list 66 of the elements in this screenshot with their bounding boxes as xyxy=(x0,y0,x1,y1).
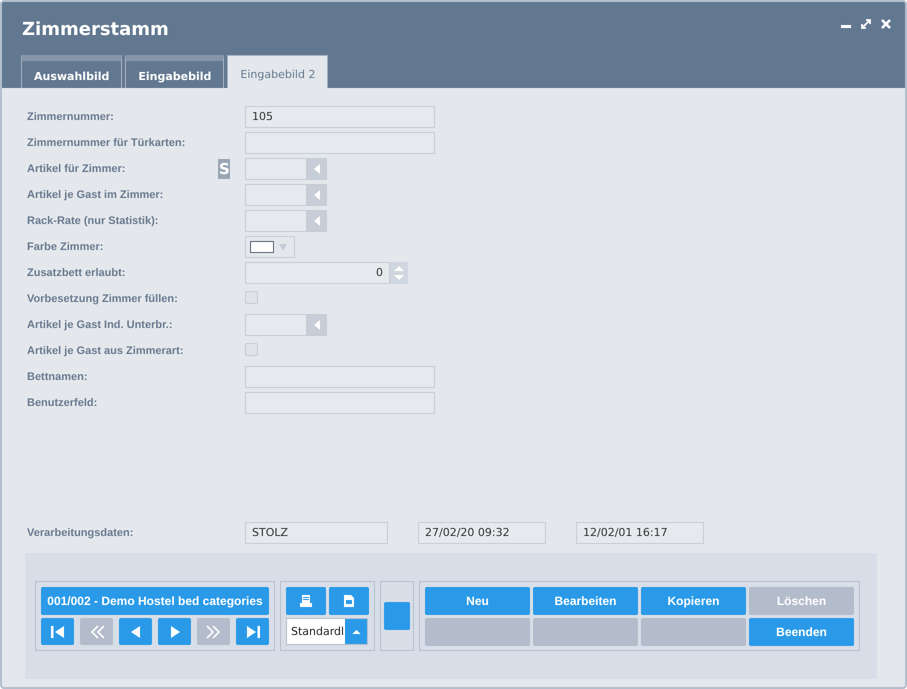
action-button[interactable]: Kopieren xyxy=(641,587,746,615)
color-swatch xyxy=(250,241,274,253)
input-field[interactable]: 105 xyxy=(245,106,435,128)
field-label: Vorbesetzung Zimmer füllen: xyxy=(26,293,179,305)
input-field[interactable] xyxy=(245,366,435,388)
export-button[interactable] xyxy=(329,587,369,615)
field-label: Farbe Zimmer: xyxy=(26,241,104,253)
caret-icon xyxy=(314,164,320,174)
lookup-field[interactable] xyxy=(245,184,307,206)
checkbox[interactable] xyxy=(245,343,258,356)
spinner-arrows-icon[interactable] xyxy=(390,262,408,284)
field-label: Zimmernummer: xyxy=(26,111,115,123)
readonly-field: 12/02/01 16:17 xyxy=(576,522,704,544)
printer-icon xyxy=(299,594,313,608)
number-field[interactable]: 0 xyxy=(245,262,390,284)
color-picker[interactable] xyxy=(245,236,295,258)
close-icon[interactable] xyxy=(881,19,891,29)
lookup-button[interactable] xyxy=(307,184,327,206)
last-record-icon xyxy=(244,624,260,640)
document-icon xyxy=(342,594,356,608)
tab[interactable]: Auswahlbild xyxy=(21,55,122,88)
input-field[interactable] xyxy=(245,392,435,414)
list-select[interactable]: Standardli xyxy=(286,618,368,645)
lookup-button[interactable] xyxy=(307,314,327,336)
record-button[interactable]: 001/002 - Demo Hostel bed categories xyxy=(41,587,269,615)
double-right-icon xyxy=(206,624,222,640)
print-button[interactable] xyxy=(286,587,326,615)
action-button[interactable]: Beenden xyxy=(749,618,854,646)
lookup-field[interactable] xyxy=(245,314,307,336)
tab[interactable]: Eingabebild xyxy=(125,55,224,88)
lookup-button[interactable] xyxy=(307,158,327,180)
field-label: Artikel je Gast Ind. Unterbr.: xyxy=(26,319,174,331)
caret-icon xyxy=(352,629,360,634)
field-label: Verarbeitungsdaten: xyxy=(26,527,134,539)
field-label: Artikel für Zimmer: xyxy=(26,163,126,175)
field-label: Artikel je Gast aus Zimmerart: xyxy=(26,345,185,357)
field-label: Rack-Rate (nur Statistik): xyxy=(26,215,160,227)
action-button[interactable]: Neu xyxy=(425,587,530,615)
double-left-icon xyxy=(88,624,104,640)
input-field[interactable] xyxy=(245,132,435,154)
square-button[interactable] xyxy=(384,602,410,630)
field-label: Benutzerfeld: xyxy=(26,397,98,409)
dropdown-icon xyxy=(279,244,287,250)
badge: S xyxy=(218,159,230,179)
lookup-button[interactable] xyxy=(307,210,327,232)
action-button[interactable]: Bearbeiten xyxy=(533,587,638,615)
lookup-field[interactable] xyxy=(245,158,307,180)
readonly-field: STOLZ xyxy=(245,522,388,544)
checkbox[interactable] xyxy=(245,291,258,304)
maximize-icon[interactable] xyxy=(861,19,871,29)
field-label: Zusatzbett erlaubt: xyxy=(26,267,126,279)
caret-icon xyxy=(314,216,320,226)
nav-button[interactable] xyxy=(236,618,269,645)
field-label: Artikel je Gast im Zimmer: xyxy=(26,189,164,201)
field-label: Bettnamen: xyxy=(26,371,89,383)
caret-icon xyxy=(314,190,320,200)
caret-icon xyxy=(314,320,320,330)
nav-button[interactable] xyxy=(158,618,191,645)
nav-button[interactable] xyxy=(41,618,74,645)
first-record-icon xyxy=(50,624,66,640)
tab[interactable]: Eingabebild 2 xyxy=(227,55,328,88)
readonly-field: 27/02/20 09:32 xyxy=(418,522,546,544)
nav-button[interactable] xyxy=(119,618,152,645)
window-title: Zimmerstamm xyxy=(22,18,169,40)
field-label: Zimmernummer für Türkarten: xyxy=(26,137,186,149)
lookup-field[interactable] xyxy=(245,210,307,232)
